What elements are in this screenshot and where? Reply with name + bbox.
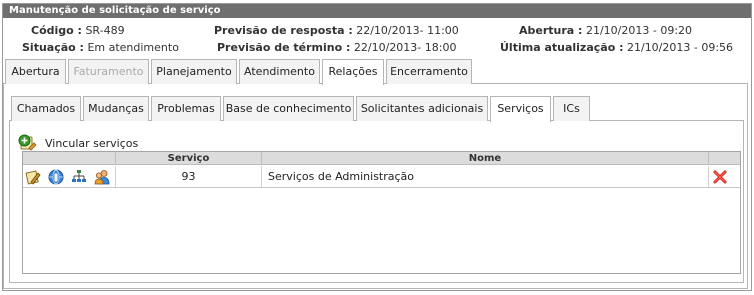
tab-atendimento[interactable]: Atendimento: [239, 59, 320, 84]
subtab-solicitantes-adicionais[interactable]: Solicitantes adicionais: [356, 96, 488, 121]
abertura-label: Abertura :: [519, 24, 583, 37]
row-delete: [709, 166, 740, 187]
users-icon[interactable]: [94, 169, 110, 185]
ultima-atualizacao-value: 21/10/2013 - 09:56: [626, 41, 734, 54]
ultima-atualizacao-label: Última atualização :: [500, 41, 624, 54]
tab-relacoes[interactable]: Relações: [322, 59, 384, 85]
edit-icon[interactable]: [25, 169, 41, 185]
previsao-resposta-label: Previsão de resposta :: [214, 24, 353, 37]
previsao-resposta-field: Previsão de resposta : 22/10/2013- 11:00: [214, 24, 459, 38]
codigo-label: Código :: [31, 24, 82, 37]
tab-encerramento[interactable]: Encerramento: [386, 59, 472, 84]
codigo-value: SR-489: [85, 24, 125, 37]
previsao-termino-value: 22/10/2013- 18:00: [353, 41, 457, 54]
cell-nome: Serviços de Administração: [262, 166, 709, 187]
table-header: Serviço Nome: [23, 152, 740, 165]
header-servico: Serviço: [116, 152, 262, 165]
subtab-problemas[interactable]: Problemas: [151, 96, 221, 121]
cell-servico: 93: [116, 166, 262, 187]
situacao-label: Situação :: [22, 41, 84, 54]
ultima-atualizacao-field: Última atualização : 21/10/2013 - 09:56: [500, 41, 733, 55]
tab-faturamento[interactable]: Faturamento: [68, 59, 149, 84]
delete-icon[interactable]: [712, 169, 728, 185]
info-globe-icon[interactable]: [48, 169, 64, 185]
hierarchy-icon[interactable]: [71, 169, 87, 185]
previsao-resposta-value: 22/10/2013- 11:00: [356, 24, 459, 37]
abertura-value: 21/10/2013 - 09:20: [585, 24, 693, 37]
header-delete: [709, 152, 740, 165]
subtab-ics[interactable]: ICs: [553, 96, 590, 121]
header-nome: Nome: [262, 152, 709, 165]
subtab-servicos[interactable]: Serviços: [490, 96, 551, 122]
add-link-icon: [18, 134, 37, 151]
header-actions: [23, 152, 116, 165]
tab-abertura[interactable]: Abertura: [5, 59, 66, 84]
subtab-base-conhecimento[interactable]: Base de conhecimento: [223, 96, 354, 121]
subtab-mudancas[interactable]: Mudanças: [83, 96, 149, 121]
link-services-label: Vincular serviços: [45, 136, 139, 150]
subtab-chamados[interactable]: Chamados: [11, 96, 81, 121]
request-info: Código : SR-489 Previsão de resposta : 2…: [3, 20, 751, 58]
previsao-termino-field: Previsão de término : 22/10/2013- 18:00: [217, 41, 456, 55]
row-actions: [23, 166, 116, 187]
previsao-termino-label: Previsão de término :: [217, 41, 351, 54]
abertura-field: Abertura : 21/10/2013 - 09:20: [519, 24, 692, 38]
panel-title: Manutenção de solicitação de serviço: [3, 4, 751, 18]
table-row: 93 Serviços de Administração: [23, 166, 740, 188]
codigo-field: Código : SR-489: [31, 24, 125, 38]
situacao-value: Em atendimento: [87, 41, 179, 54]
situacao-field: Situação : Em atendimento: [22, 41, 179, 55]
link-services-button[interactable]: Vincular serviços: [18, 134, 138, 152]
tab-planejamento[interactable]: Planejamento: [151, 59, 237, 84]
services-table: Serviço Nome 93 Serviços de Administraçã…: [22, 151, 741, 274]
